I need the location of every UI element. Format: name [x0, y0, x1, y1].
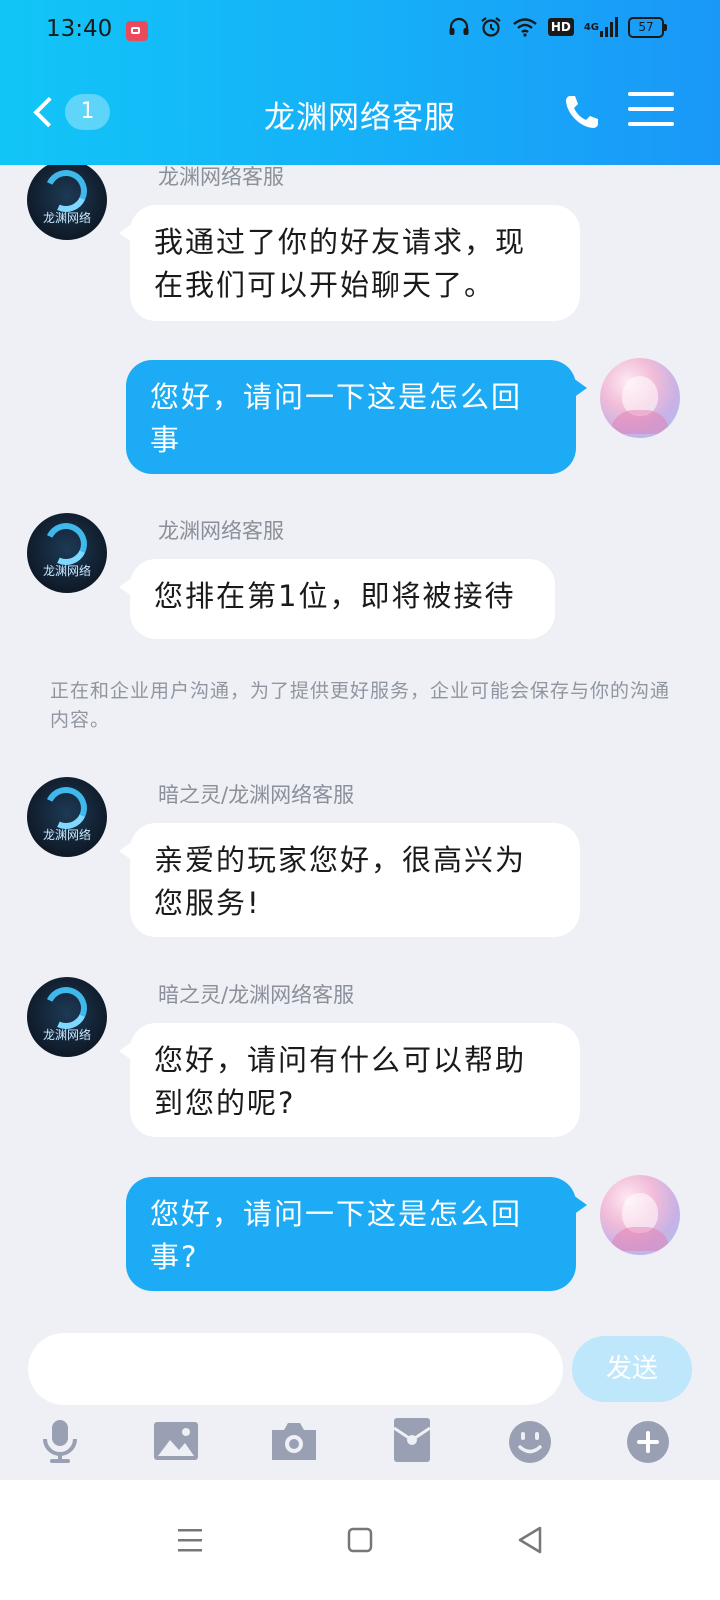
microphone-icon — [43, 1420, 77, 1463]
image-icon — [154, 1422, 198, 1460]
user-avatar[interactable] — [600, 1175, 680, 1255]
message-list[interactable]: 龙渊网络 龙渊网络客服 我通过了你的好友请求，现在我们可以开始聊天了。 您好，请… — [0, 165, 720, 1355]
plus-icon — [627, 1421, 669, 1463]
sender-name: 暗之灵/龙渊网络客服 — [158, 983, 355, 1007]
incoming-message[interactable]: 亲爱的玩家您好，很高兴为您服务! — [119, 823, 580, 937]
camera-button[interactable] — [266, 1412, 322, 1468]
recent-apps-icon — [178, 1529, 202, 1552]
outgoing-message[interactable]: 您好，请问一下这是怎么回事? — [126, 1177, 587, 1291]
more-button[interactable] — [620, 1412, 676, 1468]
service-avatar[interactable]: 龙渊网络 — [27, 513, 107, 593]
service-avatar[interactable]: 龙渊网络 — [27, 165, 107, 240]
call-button[interactable] — [560, 90, 608, 134]
system-notice: 正在和企业用户沟通，为了提供更好服务，企业可能会保存与你的沟通内容。 — [50, 680, 671, 731]
menu-icon — [628, 92, 674, 126]
red-packet-button[interactable] — [384, 1412, 440, 1468]
status-icons: HD 4G 57 — [448, 16, 667, 38]
battery-icon: 57 — [628, 16, 667, 38]
nav-back-button[interactable] — [500, 1510, 560, 1570]
screen-record-icon — [126, 21, 148, 41]
service-avatar[interactable]: 龙渊网络 — [27, 977, 107, 1057]
recent-apps-button[interactable] — [160, 1510, 220, 1570]
phone-icon — [566, 96, 598, 128]
home-button[interactable] — [330, 1510, 390, 1570]
input-toolbar — [0, 1412, 720, 1480]
incoming-message[interactable]: 您好，请问有什么可以帮助到您的呢? — [119, 1023, 580, 1137]
more-menu-button[interactable] — [628, 92, 674, 132]
send-button[interactable]: 发送 — [572, 1336, 692, 1402]
alarm-icon — [480, 16, 502, 38]
camera-icon — [272, 1423, 316, 1460]
service-avatar[interactable]: 龙渊网络 — [27, 777, 107, 857]
headphones-icon — [448, 17, 470, 37]
sender-name: 暗之灵/龙渊网络客服 — [158, 783, 355, 807]
message-input[interactable] — [28, 1333, 563, 1405]
emoji-button[interactable] — [502, 1412, 558, 1468]
hd-icon: HD — [547, 18, 574, 36]
network-type: 4G — [583, 21, 599, 33]
outgoing-message[interactable]: 您好，请问一下这是怎么回事 — [126, 360, 587, 474]
signal-icon: 4G — [584, 17, 618, 37]
sender-name: 龙渊网络客服 — [158, 165, 284, 189]
top-bar: 13:40 HD 4G 57 1 龙渊网络客服 — [0, 0, 720, 165]
image-button[interactable] — [148, 1412, 204, 1468]
incoming-message[interactable]: 您排在第1位，即将被接待 — [119, 559, 555, 639]
red-packet-icon — [393, 1418, 431, 1462]
wifi-icon — [512, 17, 538, 37]
system-nav-bar — [0, 1480, 720, 1600]
user-avatar[interactable] — [600, 358, 680, 438]
voice-button[interactable] — [32, 1412, 88, 1468]
incoming-message[interactable]: 我通过了你的好友请求，现在我们可以开始聊天了。 — [119, 205, 580, 321]
chat-title: 龙渊网络客服 — [264, 100, 456, 136]
back-icon — [518, 1526, 542, 1554]
home-icon — [347, 1527, 373, 1553]
sender-name: 龙渊网络客服 — [158, 519, 284, 543]
status-time: 13:40 — [46, 16, 113, 42]
emoji-icon — [509, 1421, 551, 1463]
